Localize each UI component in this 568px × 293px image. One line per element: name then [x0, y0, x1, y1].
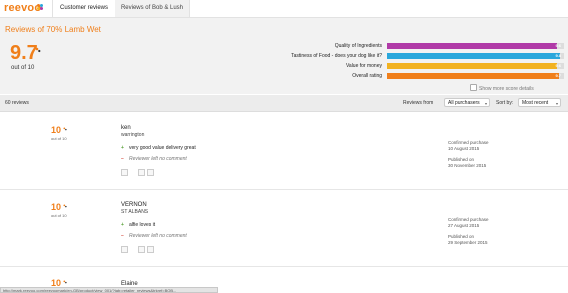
reevoo-mark-icon [35, 47, 41, 53]
metric-value: 9.7 [555, 73, 561, 78]
reevoo-logo: reevoo [4, 2, 42, 14]
metric-bar-fill [387, 63, 557, 69]
metric-label-quality: Quality of Ingredients [334, 43, 382, 49]
review-item: 10 out of 10 ken warrington + very good v… [0, 125, 568, 190]
metric-label-tastiness: Tastiness of Food - does your dog like i… [291, 53, 382, 59]
reviewer-location: warrington [121, 132, 145, 138]
plus-icon: + [121, 145, 124, 151]
review-actions [121, 246, 154, 253]
metric-bar-tastiness: 9.8 [387, 53, 564, 59]
metric-label-overall: Overall rating [352, 73, 382, 79]
helpful-icon[interactable] [138, 246, 145, 253]
review-actions [121, 169, 154, 176]
negative-comment: − Reviewer left no comment [121, 156, 187, 162]
product-title: Reviews of 70% Lamb Wet [5, 25, 101, 34]
translate-icon[interactable] [121, 246, 128, 253]
minus-icon: − [121, 233, 124, 239]
tab-customer-reviews[interactable]: Customer reviews [52, 0, 116, 17]
chevron-down-icon: ▾ [555, 101, 558, 106]
translate-icon[interactable] [121, 169, 128, 176]
filter-bar: 60 reviews Reviews from All purchasers ▾ … [0, 95, 568, 112]
metric-label-value: Value for money [345, 63, 382, 69]
reviewer-name: VERNON [121, 202, 147, 208]
score-out-of: out of 10 [11, 65, 35, 71]
review-out-of: out of 10 [51, 136, 67, 141]
overall-score: 9.7 [10, 42, 38, 64]
reviewer-location: ST ALBANS [121, 209, 149, 215]
positive-comment: + alfie loves it [121, 222, 156, 228]
review-out-of: out of 10 [51, 213, 67, 218]
chevron-down-icon: ▾ [484, 101, 487, 106]
positive-comment: + very good value delivery great [121, 145, 196, 151]
negative-comment: − Reviewer left no comment [121, 233, 187, 239]
metric-bar-fill [387, 43, 557, 49]
top-bar: reevoo Customer reviews Reviews of Bob &… [0, 0, 568, 18]
show-more-details-link[interactable]: Show more score details [470, 84, 534, 92]
reviews-from-select[interactable]: All purchasers ▾ [444, 98, 490, 107]
review-item: 10 out of 10 VERNON ST ALBANS + alfie lov… [0, 202, 568, 267]
sort-label: Sort by: [496, 100, 514, 106]
metric-value: 9.8 [555, 53, 561, 58]
expand-icon [470, 84, 477, 91]
review-score: 10 [51, 202, 62, 212]
metric-bar-quality: 9.6 [387, 43, 564, 49]
reevoo-mark-icon [63, 204, 67, 208]
unhelpful-icon[interactable] [147, 169, 154, 176]
score-summary: Reviews of 70% Lamb Wet 9.7 out of 10 Qu… [0, 18, 568, 94]
plus-icon: + [121, 222, 124, 228]
metric-bar-overall: 9.7 [387, 73, 564, 79]
metric-value: 9.6 [555, 63, 561, 68]
minus-icon: − [121, 156, 124, 162]
review-count: 60 reviews [5, 100, 29, 106]
reevoo-mark-icon [63, 280, 67, 284]
reevoo-mark-icon [63, 127, 67, 131]
sort-select[interactable]: Most recent ▾ [518, 98, 561, 107]
purchase-meta: Confirmed purchase 10 August 2015 Publis… [448, 140, 489, 168]
metric-bar-value: 9.6 [387, 63, 564, 69]
metric-bar-fill [387, 53, 561, 59]
reviews-from-label: Reviews from [403, 100, 434, 106]
purchase-meta: Confirmed purchase 27 August 2015 Publis… [448, 217, 489, 245]
helpful-icon[interactable] [138, 169, 145, 176]
metric-bar-fill [387, 73, 559, 79]
reviewer-name: ken [121, 125, 131, 131]
browser-status-bar: http://mark.reevoo.com/reevoomark/en-GB/… [0, 287, 218, 293]
tab-retailer-reviews[interactable]: Reviews of Bob & Lush [115, 0, 190, 17]
metric-value: 9.6 [555, 43, 561, 48]
review-score: 10 [51, 125, 62, 135]
unhelpful-icon[interactable] [147, 246, 154, 253]
logo-dots-icon [37, 4, 43, 12]
